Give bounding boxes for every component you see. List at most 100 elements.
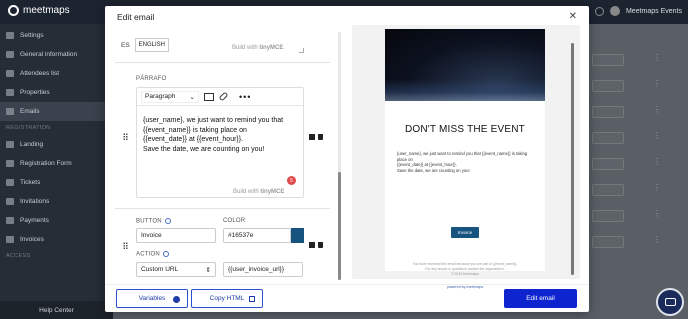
more-options-icon[interactable]: ⋮	[653, 53, 661, 62]
drag-handle-icon[interactable]	[123, 133, 128, 140]
button-label-text: BUTTON	[136, 218, 162, 225]
copy-icon[interactable]	[309, 134, 315, 140]
sidebar-item-registration-form[interactable]: Registration Form	[0, 154, 113, 173]
sidebar-item-label: Tickets	[20, 179, 41, 186]
sidebar-item-tickets[interactable]: Tickets	[0, 173, 113, 192]
table-row: ⋮	[589, 151, 688, 177]
user-name[interactable]: Meetmaps Events	[626, 8, 682, 15]
row-action-button[interactable]	[592, 132, 624, 144]
copy-html-button[interactable]: Copy HTML	[191, 289, 263, 308]
sidebar-item-invoices[interactable]: Invoices	[0, 230, 113, 249]
sidebar-item-settings[interactable]: Settings	[0, 26, 113, 45]
more-options-icon[interactable]: ⋮	[653, 183, 661, 192]
row-action-button[interactable]	[592, 54, 624, 66]
format-select-value: Paragraph	[145, 93, 176, 100]
trash-icon[interactable]	[318, 242, 323, 248]
close-icon[interactable]: ✕	[569, 11, 577, 22]
drag-handle-icon[interactable]	[123, 242, 128, 249]
mail-icon	[6, 108, 14, 115]
envelope-icon	[6, 198, 14, 205]
preview-scrollbar[interactable]	[571, 43, 574, 275]
more-options-icon[interactable]: ⋮	[653, 79, 661, 88]
built-with-text: Build with	[232, 45, 258, 51]
language-code[interactable]: ES	[121, 42, 130, 49]
built-with-label: Build with tinyMCE	[232, 45, 283, 51]
sidebar-item-label: Emails	[20, 108, 40, 115]
link-icon[interactable]	[218, 91, 229, 102]
email-editor-pane: ES ENGLISH Build with tinyMCE PÁRRAFO Pa…	[115, 28, 340, 284]
sidebar-item-properties[interactable]: Properties	[0, 83, 113, 102]
avatar[interactable]	[609, 6, 620, 16]
paragraph-content[interactable]: {user_name}, we just want to remind you …	[137, 106, 303, 154]
more-icon[interactable]: •••	[239, 92, 251, 102]
row-action-button[interactable]	[592, 236, 624, 248]
sidebar-item-emails[interactable]: Emails	[0, 102, 113, 121]
chat-button[interactable]	[656, 288, 684, 316]
sidebar-item-landing[interactable]: Landing	[0, 135, 113, 154]
chevron-down-icon: ⌄	[189, 93, 195, 101]
credit-card-icon	[6, 217, 14, 224]
chat-icon	[664, 298, 676, 306]
url-field[interactable]: {{user_invoice_url}}	[223, 262, 303, 277]
tinymce-brand: tinyMCE	[259, 45, 284, 51]
variables-button-label: Variables	[138, 295, 166, 302]
sidebar-item-label: General information	[20, 51, 78, 58]
color-field[interactable]: #16537e	[223, 228, 291, 243]
resize-handle[interactable]	[299, 48, 304, 53]
editor-scrollbar[interactable]	[338, 32, 341, 280]
table-row: ⋮	[589, 125, 688, 151]
divider	[115, 62, 330, 63]
language-selector: ES ENGLISH	[121, 38, 170, 52]
globe-icon	[6, 141, 14, 148]
more-options-icon[interactable]: ⋮	[653, 131, 661, 140]
info-icon[interactable]	[162, 251, 169, 257]
form-icon	[6, 160, 14, 167]
row-action-button[interactable]	[592, 106, 624, 118]
table-icon[interactable]	[204, 92, 214, 101]
trash-icon[interactable]	[318, 134, 323, 140]
more-options-icon[interactable]: ⋮	[653, 105, 661, 114]
more-options-icon[interactable]: ⋮	[653, 235, 661, 244]
variables-button[interactable]: Variables	[116, 289, 188, 308]
color-label: COLOR	[223, 218, 246, 224]
format-select[interactable]: Paragraph ⌄	[141, 90, 199, 103]
color-swatch[interactable]	[291, 228, 304, 243]
help-center-button[interactable]: Help Center	[0, 301, 113, 319]
row-action-button[interactable]	[592, 210, 624, 222]
row-action-button[interactable]	[592, 158, 624, 170]
sidebar-item-general-information[interactable]: General information	[0, 45, 113, 64]
preview-title: DON'T MISS THE EVENT	[404, 124, 525, 135]
copy-icon[interactable]	[309, 242, 315, 248]
invoice-icon	[6, 236, 14, 243]
table-row: ⋮	[589, 99, 688, 125]
built-with-label: Build with tinyMCE	[233, 189, 284, 195]
email-preview: DON'T MISS THE EVENT {user_name}, we jus…	[385, 29, 545, 289]
built-with-text: Build with	[233, 189, 259, 195]
scrollbar-thumb[interactable]	[571, 43, 574, 275]
paragraph-editor[interactable]: Paragraph ⌄ ••• {user_name}, we just want…	[136, 87, 304, 198]
row-action-button[interactable]	[592, 184, 624, 196]
tab-english[interactable]: ENGLISH	[134, 38, 170, 52]
sidebar-item-attendees-list[interactable]: Attendees list	[0, 64, 113, 83]
paragraph-label: PÁRRAFO	[136, 76, 167, 82]
table-row: ⋮	[589, 73, 688, 99]
brand-logo[interactable]: meetmaps	[8, 5, 70, 16]
sidebar-item-invitations[interactable]: Invitations	[0, 192, 113, 211]
button-text-field[interactable]: Invoice	[136, 228, 216, 243]
action-select[interactable]: Custom URL ⇕	[136, 262, 216, 277]
scrollbar-thumb[interactable]	[338, 172, 341, 280]
info-icon[interactable]	[164, 218, 171, 224]
more-options-icon[interactable]: ⋮	[653, 157, 661, 166]
info-icon	[173, 296, 180, 303]
more-options-icon[interactable]: ⋮	[653, 209, 661, 218]
sidebar-item-label: Settings	[20, 32, 44, 39]
sidebar-item-payments[interactable]: Payments	[0, 211, 113, 230]
help-icon[interactable]	[594, 6, 604, 16]
divider	[115, 208, 330, 209]
row-action-button[interactable]	[592, 80, 624, 92]
hero-image	[385, 29, 545, 101]
edit-email-button[interactable]: Edit email	[504, 289, 577, 308]
preview-footer: You have received this email because you…	[412, 262, 518, 276]
list-icon	[6, 89, 14, 96]
notification-badge: 5	[287, 176, 296, 185]
